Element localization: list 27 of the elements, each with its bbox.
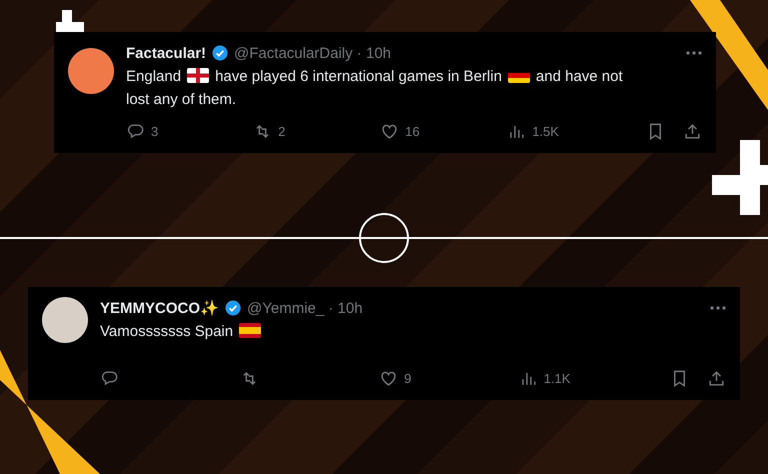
handle-and-time: @FactacularDaily · 10h: [234, 44, 391, 62]
like-count: 16: [405, 124, 420, 139]
avatar-logo[interactable]: [68, 48, 114, 94]
like-icon[interactable]: [379, 369, 398, 388]
view-count: 1.5K: [532, 124, 559, 139]
display-name[interactable]: Factacular!: [126, 44, 206, 62]
tweet-text: England: [126, 68, 182, 85]
england-flag-icon: [187, 68, 210, 83]
tweet-text: have played 6 international games in Berlin: [215, 68, 502, 85]
reply-icon[interactable]: [100, 369, 119, 388]
share-icon[interactable]: [683, 122, 702, 141]
like-icon[interactable]: [380, 122, 400, 141]
tweet-text: lost any of them.: [126, 91, 236, 108]
repost-count: 2: [278, 124, 286, 139]
more-options-icon[interactable]: [710, 306, 726, 310]
more-options-icon[interactable]: [686, 51, 702, 55]
reply-icon[interactable]: [126, 122, 145, 141]
handle-and-time: @Yemmie_ · 10h: [247, 300, 363, 316]
tweet-text: Vamosssssss Spain: [100, 323, 234, 340]
avatar-photo-placeholder[interactable]: [42, 297, 88, 343]
display-name[interactable]: YEMMYCOCO✨: [100, 299, 220, 317]
view-count: 1.1K: [544, 371, 570, 386]
reply-count: 3: [151, 124, 158, 139]
spain-flag-icon: [239, 323, 262, 338]
like-count: 9: [404, 371, 412, 386]
tweet-text: and have not: [536, 68, 623, 85]
share-icon[interactable]: [707, 369, 726, 388]
